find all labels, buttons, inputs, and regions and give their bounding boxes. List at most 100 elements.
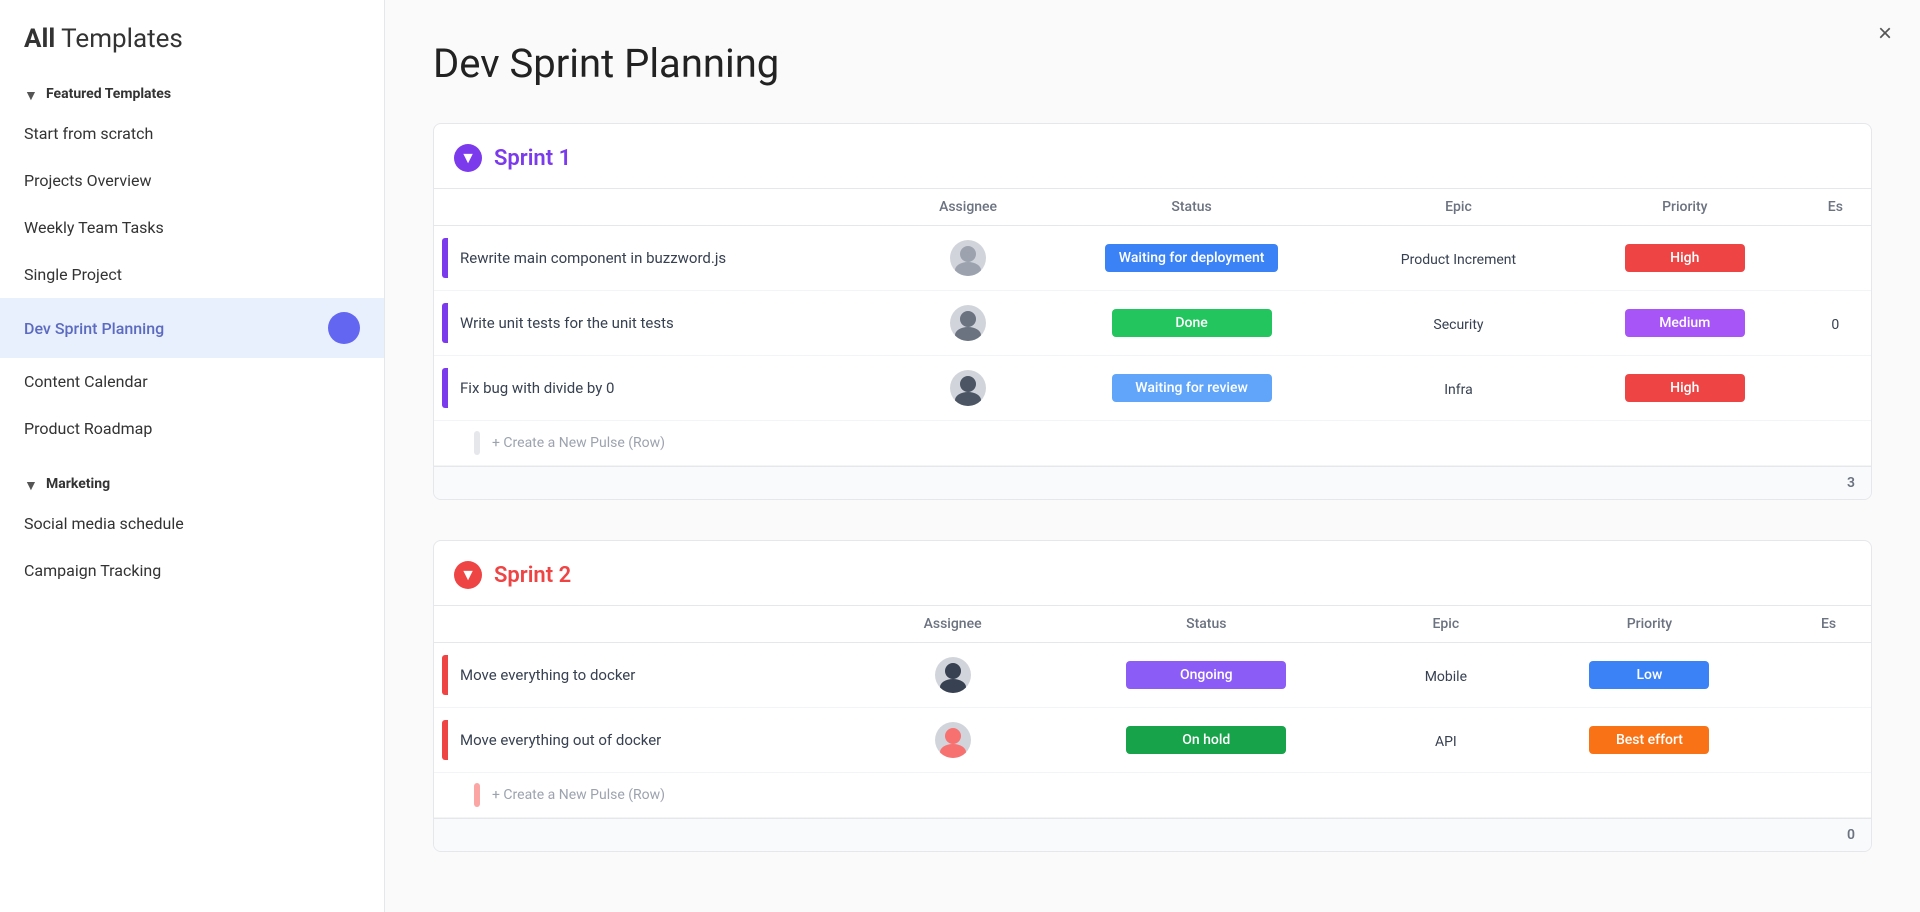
- es-cell: [1800, 356, 1871, 421]
- sprint-1-section: ▼ Sprint 1 Assignee Status Epic Priority…: [433, 123, 1872, 500]
- col-header-epic-1: Epic: [1347, 189, 1570, 226]
- avatar: [935, 657, 971, 693]
- col-header-task-2: [434, 606, 872, 643]
- sidebar: All Templates ▼ Featured Templates Start…: [0, 0, 385, 912]
- sprint-2-table: Assignee Status Epic Priority Es Move ev…: [434, 605, 1871, 818]
- priority-badge: High: [1625, 244, 1745, 272]
- epic-cell: API: [1379, 708, 1513, 773]
- status-cell: Waiting for review: [1036, 356, 1347, 421]
- status-cell: Waiting for deployment: [1036, 226, 1347, 291]
- task-name: Write unit tests for the unit tests: [460, 314, 674, 332]
- epic-text: Infra: [1444, 382, 1473, 398]
- task-cell: Move everything out of docker: [434, 708, 872, 773]
- priority-badge: Low: [1589, 661, 1709, 689]
- epic-cell: Product Increment: [1347, 226, 1570, 291]
- task-bar: [442, 238, 448, 278]
- sidebar-item-single-project[interactable]: Single Project: [0, 251, 384, 298]
- es-value: 0: [1831, 317, 1839, 333]
- sidebar-item-product-roadmap[interactable]: Product Roadmap: [0, 405, 384, 452]
- sprint-1-table: Assignee Status Epic Priority Es Rewrite…: [434, 188, 1871, 466]
- col-header-priority-1: Priority: [1570, 189, 1800, 226]
- priority-badge: Best effort: [1589, 726, 1709, 754]
- sidebar-item-campaign-tracking[interactable]: Campaign Tracking: [0, 547, 384, 594]
- section-marketing-label: Marketing: [46, 476, 110, 492]
- sprint-2-section: ▼ Sprint 2 Assignee Status Epic Priority…: [433, 540, 1872, 852]
- priority-cell: Best effort: [1513, 708, 1786, 773]
- col-header-es-1: Es: [1800, 189, 1871, 226]
- table-row[interactable]: Write unit tests for the unit tests Done…: [434, 291, 1871, 356]
- priority-badge: High: [1625, 374, 1745, 402]
- sprint-1-icon: ▼: [454, 144, 482, 172]
- task-name: Fix bug with divide by 0: [460, 379, 615, 397]
- table-row[interactable]: Move everything out of docker On hold AP…: [434, 708, 1871, 773]
- avatar: [950, 370, 986, 406]
- status-cell: Ongoing: [1034, 643, 1379, 708]
- priority-cell: High: [1570, 356, 1800, 421]
- col-header-epic-2: Epic: [1379, 606, 1513, 643]
- active-indicator: [328, 312, 360, 344]
- assignee-cell: [872, 643, 1034, 708]
- create-pulse-btn[interactable]: + Create a New Pulse (Row): [492, 787, 665, 803]
- avatar: [935, 722, 971, 758]
- table-row[interactable]: Rewrite main component in buzzword.js Wa…: [434, 226, 1871, 291]
- assignee-cell: [900, 356, 1036, 421]
- section-featured-label: Featured Templates: [46, 86, 171, 102]
- status-badge: Waiting for deployment: [1105, 244, 1279, 272]
- sprint-1-number: 3: [1847, 475, 1855, 491]
- create-bar: [474, 431, 480, 455]
- task-bar: [442, 655, 448, 695]
- sidebar-title-bold: All: [24, 24, 55, 54]
- chevron-down-icon: ▼: [24, 87, 38, 101]
- epic-text: Product Increment: [1401, 252, 1516, 268]
- table-row[interactable]: Fix bug with divide by 0 Waiting for rev…: [434, 356, 1871, 421]
- epic-cell: Security: [1347, 291, 1570, 356]
- create-pulse-btn[interactable]: + Create a New Pulse (Row): [492, 435, 665, 451]
- task-cell: Write unit tests for the unit tests: [434, 291, 900, 356]
- sprint-2-number: 0: [1847, 827, 1855, 843]
- status-badge: On hold: [1126, 726, 1286, 754]
- epic-text: API: [1435, 734, 1457, 750]
- col-header-status-1: Status: [1036, 189, 1347, 226]
- sprint-1-header: ▼ Sprint 1: [434, 124, 1871, 188]
- status-cell: On hold: [1034, 708, 1379, 773]
- sidebar-item-projects-overview[interactable]: Projects Overview: [0, 157, 384, 204]
- status-badge: Waiting for review: [1112, 374, 1272, 402]
- priority-cell: Low: [1513, 643, 1786, 708]
- sprint-2-header: ▼ Sprint 2: [434, 541, 1871, 605]
- avatar: [950, 240, 986, 276]
- sprint-2-icon: ▼: [454, 561, 482, 589]
- section-featured-templates[interactable]: ▼ Featured Templates: [0, 78, 384, 110]
- sidebar-item-weekly-team-tasks[interactable]: Weekly Team Tasks: [0, 204, 384, 251]
- avatar: [950, 305, 986, 341]
- assignee-cell: [872, 708, 1034, 773]
- section-marketing[interactable]: ▼ Marketing: [0, 468, 384, 500]
- create-bar: [474, 783, 480, 807]
- task-name: Rewrite main component in buzzword.js: [460, 249, 726, 267]
- create-cell: + Create a New Pulse (Row): [434, 421, 1871, 466]
- priority-cell: High: [1570, 226, 1800, 291]
- status-badge: Ongoing: [1126, 661, 1286, 689]
- task-bar: [442, 368, 448, 408]
- sprint-2-name: Sprint 2: [494, 563, 571, 588]
- status-badge: Done: [1112, 309, 1272, 337]
- assignee-cell: [900, 226, 1036, 291]
- chevron-down-icon-marketing: ▼: [24, 477, 38, 491]
- es-cell: 0: [1800, 291, 1871, 356]
- create-row[interactable]: + Create a New Pulse (Row): [434, 773, 1871, 818]
- create-row[interactable]: + Create a New Pulse (Row): [434, 421, 1871, 466]
- priority-cell: Medium: [1570, 291, 1800, 356]
- table-row[interactable]: Move everything to docker Ongoing Mobile: [434, 643, 1871, 708]
- epic-text: Security: [1433, 317, 1483, 333]
- task-name: Move everything to docker: [460, 666, 635, 684]
- es-cell: [1786, 643, 1871, 708]
- sidebar-item-start-scratch[interactable]: Start from scratch: [0, 110, 384, 157]
- epic-cell: Infra: [1347, 356, 1570, 421]
- sidebar-item-dev-sprint-planning[interactable]: Dev Sprint Planning: [0, 298, 384, 358]
- sidebar-item-content-calendar[interactable]: Content Calendar: [0, 358, 384, 405]
- sprint-1-name: Sprint 1: [494, 146, 571, 171]
- sidebar-item-social-media[interactable]: Social media schedule: [0, 500, 384, 547]
- close-button[interactable]: ×: [1878, 20, 1892, 48]
- col-header-priority-2: Priority: [1513, 606, 1786, 643]
- col-header-status-2: Status: [1034, 606, 1379, 643]
- col-header-assignee-1: Assignee: [900, 189, 1036, 226]
